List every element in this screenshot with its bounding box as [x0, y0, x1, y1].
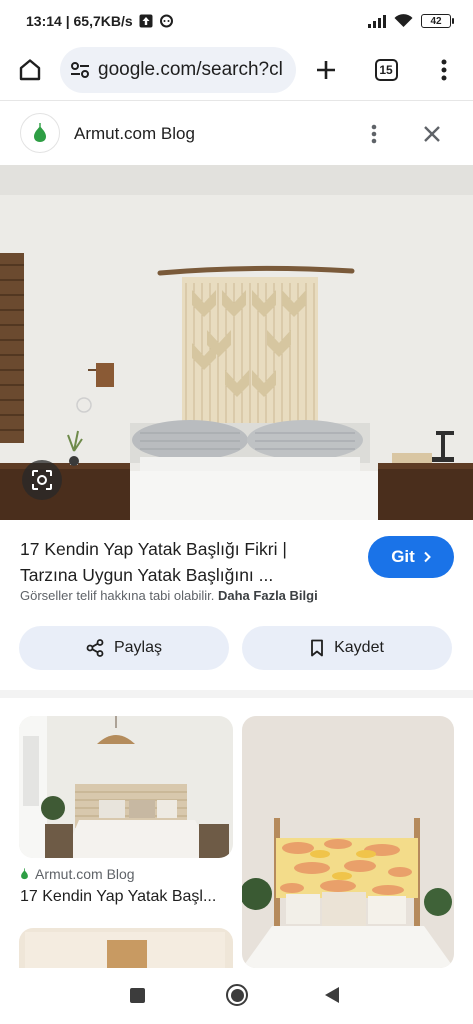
related-title[interactable]: 17 Kendin Yap Yatak Başl...	[20, 888, 232, 906]
tab-switcher-button[interactable]: 15	[368, 52, 404, 88]
preview-more-button[interactable]	[356, 116, 392, 152]
related-image-card[interactable]	[19, 716, 233, 858]
home-nav-button[interactable]	[226, 984, 248, 1006]
result-title[interactable]: 17 Kendin Yap Yatak Başlığı Fikri | Tarz…	[20, 536, 340, 588]
tabs-icon: 15	[374, 59, 398, 81]
home-button[interactable]	[12, 52, 48, 88]
share-button[interactable]: Paylaş	[19, 626, 229, 670]
plus-icon	[317, 61, 335, 79]
result-title-line2: Tarzına Uygun Yatak Başlığını ...	[20, 565, 274, 585]
tab-count: 15	[379, 63, 393, 77]
status-bar: 13:14 | 65,7KB/s 42	[0, 0, 473, 42]
related-room-photo	[19, 928, 233, 968]
share-label: Paylaş	[113, 639, 163, 656]
pear-icon	[21, 868, 28, 880]
home-icon	[19, 59, 41, 81]
sheet-divider	[0, 100, 473, 101]
visit-label: Git	[391, 547, 415, 566]
status-left: 13:14 | 65,7KB/s	[26, 13, 174, 29]
copyright-notice: Görseller telif hakkına tabi olabilir. D…	[20, 588, 318, 603]
more-info-link[interactable]: Daha Fazla Bilgi	[218, 588, 318, 603]
lens-icon	[32, 470, 52, 490]
related-source-name: Armut.com Blog	[35, 866, 135, 882]
more-vert-icon	[371, 124, 377, 144]
home-circle-icon	[230, 988, 244, 1002]
pear-icon	[34, 123, 46, 142]
site-info-icon[interactable]	[68, 58, 92, 82]
preview-header: Armut.com Blog	[0, 104, 473, 164]
status-right: 42	[368, 14, 454, 28]
site-name[interactable]: Armut.com Blog	[74, 124, 195, 144]
related-yarn-headboard-photo	[242, 716, 454, 968]
url-text: google.com/search?cl	[98, 59, 283, 80]
wifi-icon	[394, 14, 413, 28]
close-preview-button[interactable]	[414, 116, 450, 152]
section-divider	[0, 690, 473, 698]
more-vert-icon	[441, 59, 447, 81]
battery-indicator: 42	[421, 14, 454, 28]
browser-menu-button[interactable]	[426, 52, 462, 88]
lens-search-button[interactable]	[22, 460, 62, 500]
preview-image[interactable]	[0, 165, 473, 520]
status-time-speed: 13:14 | 65,7KB/s	[26, 13, 133, 29]
browser-toolbar: google.com/search?cl 15	[0, 44, 473, 96]
bookmark-icon	[311, 639, 323, 657]
close-icon	[424, 126, 440, 142]
new-tab-button[interactable]	[308, 52, 344, 88]
battery-level: 42	[430, 15, 442, 27]
save-button[interactable]: Kaydet	[242, 626, 452, 670]
upload-notification-icon	[139, 14, 153, 28]
signal-icon	[368, 14, 386, 28]
related-source: Armut.com Blog	[20, 866, 135, 882]
system-navigation-bar	[0, 968, 473, 1024]
related-image-card[interactable]	[242, 716, 454, 968]
visit-button[interactable]: Git	[368, 536, 454, 578]
copyright-text: Görseller telif hakkına tabi olabilir.	[20, 588, 215, 603]
related-bedroom-photo	[19, 716, 233, 858]
save-label: Kaydet	[334, 639, 384, 656]
back-triangle-icon	[325, 987, 339, 1003]
back-button[interactable]	[324, 986, 340, 1009]
recent-apps-button[interactable]	[130, 988, 145, 1003]
share-icon	[86, 639, 104, 657]
related-image-card[interactable]	[19, 928, 233, 968]
chat-notification-icon	[159, 14, 174, 29]
chevron-right-icon	[424, 551, 431, 563]
result-title-line1: 17 Kendin Yap Yatak Başlığı Fikri |	[20, 539, 287, 559]
bedroom-macrame-photo	[0, 165, 473, 520]
site-favicon	[20, 113, 60, 153]
address-bar[interactable]: google.com/search?cl	[60, 47, 296, 93]
